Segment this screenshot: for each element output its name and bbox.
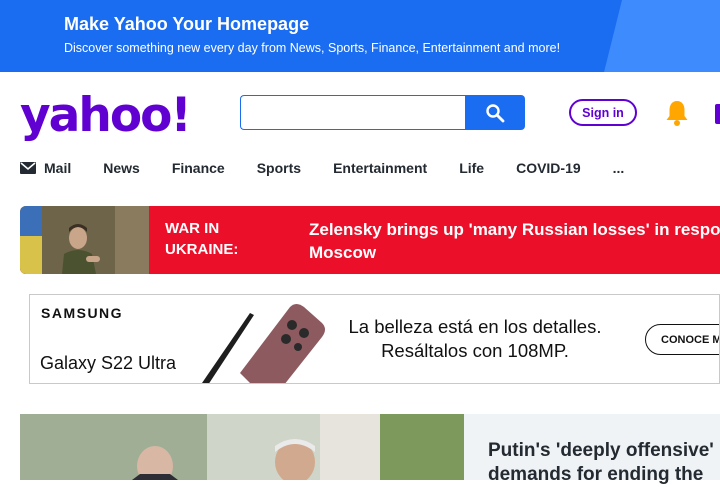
breaking-news-headline[interactable]: Zelensky brings up 'many Russian losses'… bbox=[309, 218, 720, 264]
mail-icon bbox=[20, 162, 36, 174]
top-story-panel[interactable]: Putin's 'deeply offensive' demands for e… bbox=[464, 414, 720, 485]
mail-shortcut-icon[interactable] bbox=[715, 104, 720, 124]
nav-item-covid-19[interactable]: COVID-19 bbox=[516, 160, 581, 176]
nav-label-mail: Mail bbox=[44, 160, 72, 176]
ad-tagline-line1: La belleza está en los detalles. bbox=[348, 316, 602, 337]
nav-item-news[interactable]: News bbox=[103, 160, 140, 176]
ad-cta-button[interactable]: CONOCE MÁ bbox=[645, 324, 719, 355]
main-navigation: Mail News Finance Sports Entertainment L… bbox=[20, 158, 656, 178]
promo-subtitle: Discover something new every day from Ne… bbox=[64, 41, 561, 55]
nav-item-life[interactable]: Life bbox=[459, 160, 484, 176]
yahoo-logo[interactable]: yahoo! bbox=[20, 90, 192, 142]
nav-item-sports[interactable]: Sports bbox=[257, 160, 301, 176]
bell-icon bbox=[666, 101, 688, 126]
top-story-headline-line1: Putin's 'deeply offensive' bbox=[488, 440, 714, 461]
advertisement-banner[interactable]: SAMSUNG Galaxy S22 Ultra La belleza está… bbox=[29, 294, 720, 384]
breaking-label-text: WAR IN UKRAINE: bbox=[165, 220, 239, 258]
breaking-news-label: WAR IN UKRAINE: bbox=[165, 218, 285, 260]
search-button[interactable] bbox=[465, 95, 525, 130]
ad-product-name: Galaxy S22 Ultra bbox=[40, 353, 177, 373]
nav-item-more[interactable]: ... bbox=[613, 160, 625, 176]
ad-phone-image bbox=[202, 304, 325, 383]
homepage-promo-banner[interactable]: Make Yahoo Your Homepage Discover someth… bbox=[0, 0, 720, 72]
nav-item-mail[interactable]: Mail bbox=[20, 160, 71, 176]
breaking-headline-line1: Zelensky brings up 'many Russian losses'… bbox=[309, 220, 720, 239]
breaking-headline-line2: Moscow bbox=[309, 243, 377, 262]
nav-item-finance[interactable]: Finance bbox=[172, 160, 225, 176]
ad-tagline: La belleza está en los detalles. Resálta… bbox=[330, 315, 620, 363]
ad-brand: SAMSUNG bbox=[41, 305, 124, 321]
nav-item-entertainment[interactable]: Entertainment bbox=[333, 160, 427, 176]
ad-tagline-line2: Resáltalos con 108MP. bbox=[381, 340, 569, 361]
search-icon bbox=[486, 103, 505, 122]
breaking-news-banner[interactable]: WAR IN UKRAINE: Zelensky brings up 'many… bbox=[20, 206, 720, 274]
top-story-headline-line2: demands for ending the bbox=[488, 464, 704, 485]
promo-decorative-stripe bbox=[604, 0, 720, 72]
search-input[interactable] bbox=[240, 95, 466, 130]
breaking-news-thumbnail bbox=[20, 206, 149, 274]
promo-title: Make Yahoo Your Homepage bbox=[64, 14, 310, 34]
sign-in-button[interactable]: Sign in bbox=[569, 99, 637, 126]
top-story-image[interactable] bbox=[20, 414, 464, 480]
notifications-button[interactable] bbox=[664, 99, 690, 132]
